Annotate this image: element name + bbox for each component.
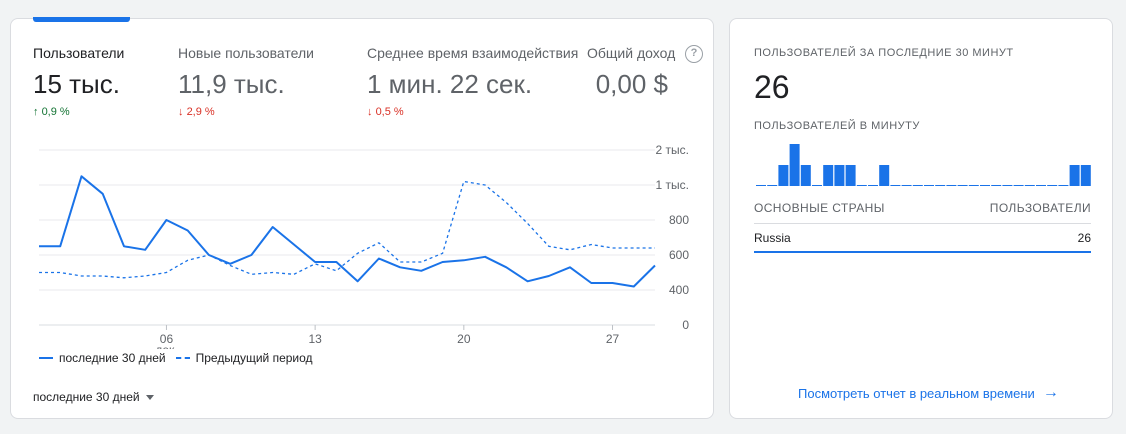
minute-bar <box>980 185 990 186</box>
col-countries: ОСНОВНЫЕ СТРАНЫ <box>754 201 885 215</box>
minute-bar <box>935 185 946 186</box>
countries-table-header: ОСНОВНЫЕ СТРАНЫ ПОЛЬЗОВАТЕЛИ <box>754 201 1091 224</box>
overview-card: Пользователи 15 тыс. ↑ 0,9 % Новые польз… <box>10 17 714 419</box>
minute-bar <box>879 165 890 186</box>
minute-bar <box>856 185 867 186</box>
minute-bar <box>1058 185 1069 186</box>
minute-bar <box>968 185 979 186</box>
series-line-previous <box>39 180 655 279</box>
x-tick-label: 20 <box>457 332 471 346</box>
x-tick-sublabel: дек. <box>155 343 177 349</box>
minute-bar <box>890 185 901 186</box>
minute-bar <box>845 165 856 186</box>
y-tick-label: 600 <box>669 248 689 262</box>
metric-users[interactable]: Пользователи 15 тыс. ↑ 0,9 % <box>33 45 124 118</box>
minute-bar <box>912 185 923 186</box>
minute-bar <box>1002 185 1013 186</box>
metric-new-users[interactable]: Новые пользователи 11,9 тыс. ↓ 2,9 % <box>178 45 314 118</box>
caret-down-icon <box>145 394 154 400</box>
arrow-up-icon: ↑ <box>33 106 39 118</box>
minute-bar <box>924 185 934 186</box>
metric-engagement-time[interactable]: Среднее время взаимодействия 1 мин. 22 с… <box>367 45 578 118</box>
metric-label: Общий доход <box>587 45 676 61</box>
metric-value: 15 тыс. <box>33 69 120 99</box>
minute-bar <box>1024 185 1035 186</box>
country-name: Russia <box>754 231 791 245</box>
col-users: ПОЛЬЗОВАТЕЛИ <box>989 201 1091 215</box>
metric-delta: ↓ 0,5 % <box>367 106 404 118</box>
per-minute-bar-chart <box>756 144 1091 186</box>
metric-label: Пользователи <box>33 45 125 61</box>
minute-bar <box>868 185 878 186</box>
metric-value: 0,00 $ <box>595 69 668 99</box>
metric-value: 1 мин. 22 сек. <box>367 69 533 99</box>
solid-line-icon <box>39 357 53 359</box>
table-row[interactable]: Russia 26 <box>754 231 1091 253</box>
y-tick-label: 800 <box>669 213 689 227</box>
metric-total-revenue[interactable]: Общий доход 0,00 $ <box>587 45 675 100</box>
x-tick-label: 13 <box>308 332 322 346</box>
series-line-current <box>39 175 656 288</box>
minute-bar <box>901 185 912 186</box>
y-tick-label: 1 тыс. <box>656 178 689 192</box>
view-realtime-link[interactable]: Посмотреть отчет в реальном времени → <box>798 384 1059 402</box>
y-tick-label: 0 <box>682 318 689 332</box>
metric-delta: ↓ 2,9 % <box>178 106 215 118</box>
chart-legend: последние 30 дней Предыдущий период <box>39 351 323 365</box>
metric-value: 11,9 тыс. <box>178 69 285 99</box>
x-tick-label: 27 <box>606 332 620 346</box>
minute-bar <box>789 144 800 186</box>
legend-previous: Предыдущий период <box>175 351 313 365</box>
minute-bar <box>756 185 766 186</box>
minute-bar <box>991 185 1002 186</box>
minute-bar <box>823 165 834 186</box>
minute-bar <box>1013 185 1024 186</box>
minute-bar <box>834 165 845 186</box>
y-tick-label: 400 <box>669 283 689 297</box>
legend-current: последние 30 дней <box>39 351 166 365</box>
date-range-dropdown[interactable]: последние 30 дней <box>33 390 154 404</box>
realtime-card: ПОЛЬЗОВАТЕЛЕЙ ЗА ПОСЛЕДНИЕ 30 МИНУТ 26 П… <box>729 18 1113 419</box>
minute-bar <box>1047 185 1058 186</box>
active-metric-indicator <box>33 17 130 22</box>
dashed-line-icon <box>175 357 190 359</box>
minute-bar <box>812 185 822 186</box>
per-minute-title: ПОЛЬЗОВАТЕЛЕЙ В МИНУТУ <box>754 120 920 132</box>
arrow-right-icon: → <box>1042 384 1059 401</box>
realtime-title: ПОЛЬЗОВАТЕЛЕЙ ЗА ПОСЛЕДНИЕ 30 МИНУТ <box>754 47 1014 59</box>
metric-label: Среднее время взаимодействия <box>367 45 579 61</box>
minute-bar <box>778 165 789 186</box>
minute-bar <box>1036 185 1046 186</box>
country-users: 26 <box>1077 231 1091 245</box>
arrow-down-icon: ↓ <box>367 106 373 118</box>
arrow-down-icon: ↓ <box>178 106 184 118</box>
y-tick-label: 2 тыс. <box>656 143 689 157</box>
minute-bar <box>800 165 811 186</box>
metric-label: Новые пользователи <box>178 45 314 61</box>
minute-bar <box>1069 165 1080 186</box>
minute-bar <box>946 185 957 186</box>
realtime-value: 26 <box>754 69 790 105</box>
help-icon[interactable]: ? <box>685 45 703 63</box>
minute-bar <box>1080 165 1091 186</box>
minute-bar <box>957 185 968 186</box>
minute-bar <box>767 185 778 186</box>
metric-delta: ↑ 0,9 % <box>33 106 70 118</box>
users-line-chart: 04006008001 тыс.2 тыс.06дек.132027 <box>39 143 689 349</box>
